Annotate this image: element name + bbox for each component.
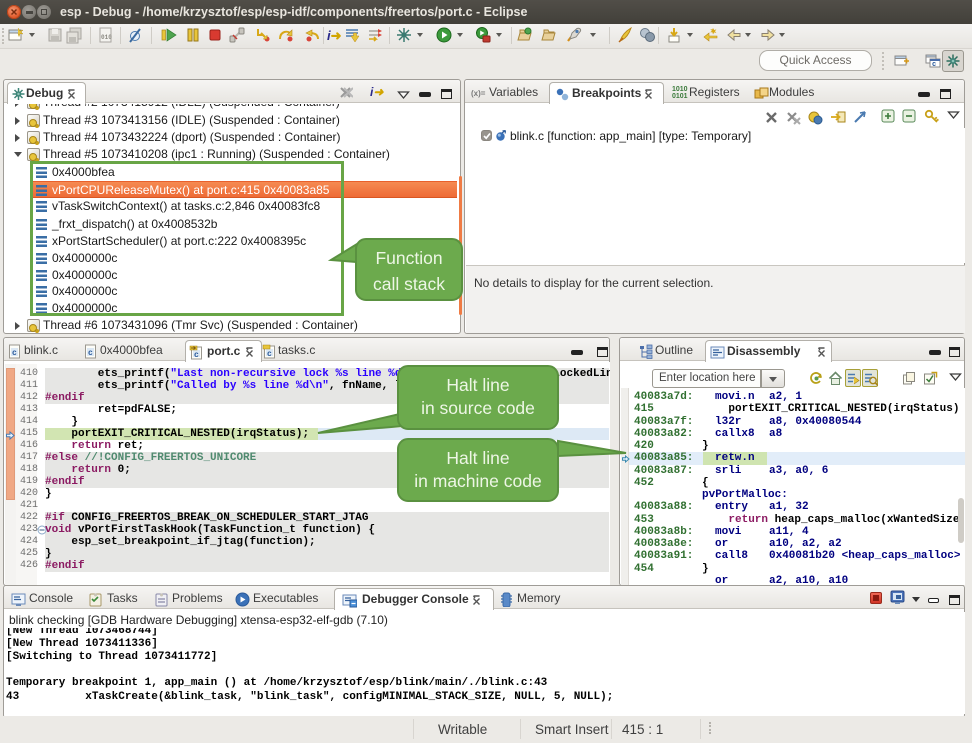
svg-text:010: 010 [101,34,112,41]
svg-text:c: c [932,61,936,69]
svg-text:c: c [88,349,93,358]
svg-text:c: c [194,351,199,360]
svg-text:c: c [12,349,17,358]
svg-text:c: c [267,350,272,359]
